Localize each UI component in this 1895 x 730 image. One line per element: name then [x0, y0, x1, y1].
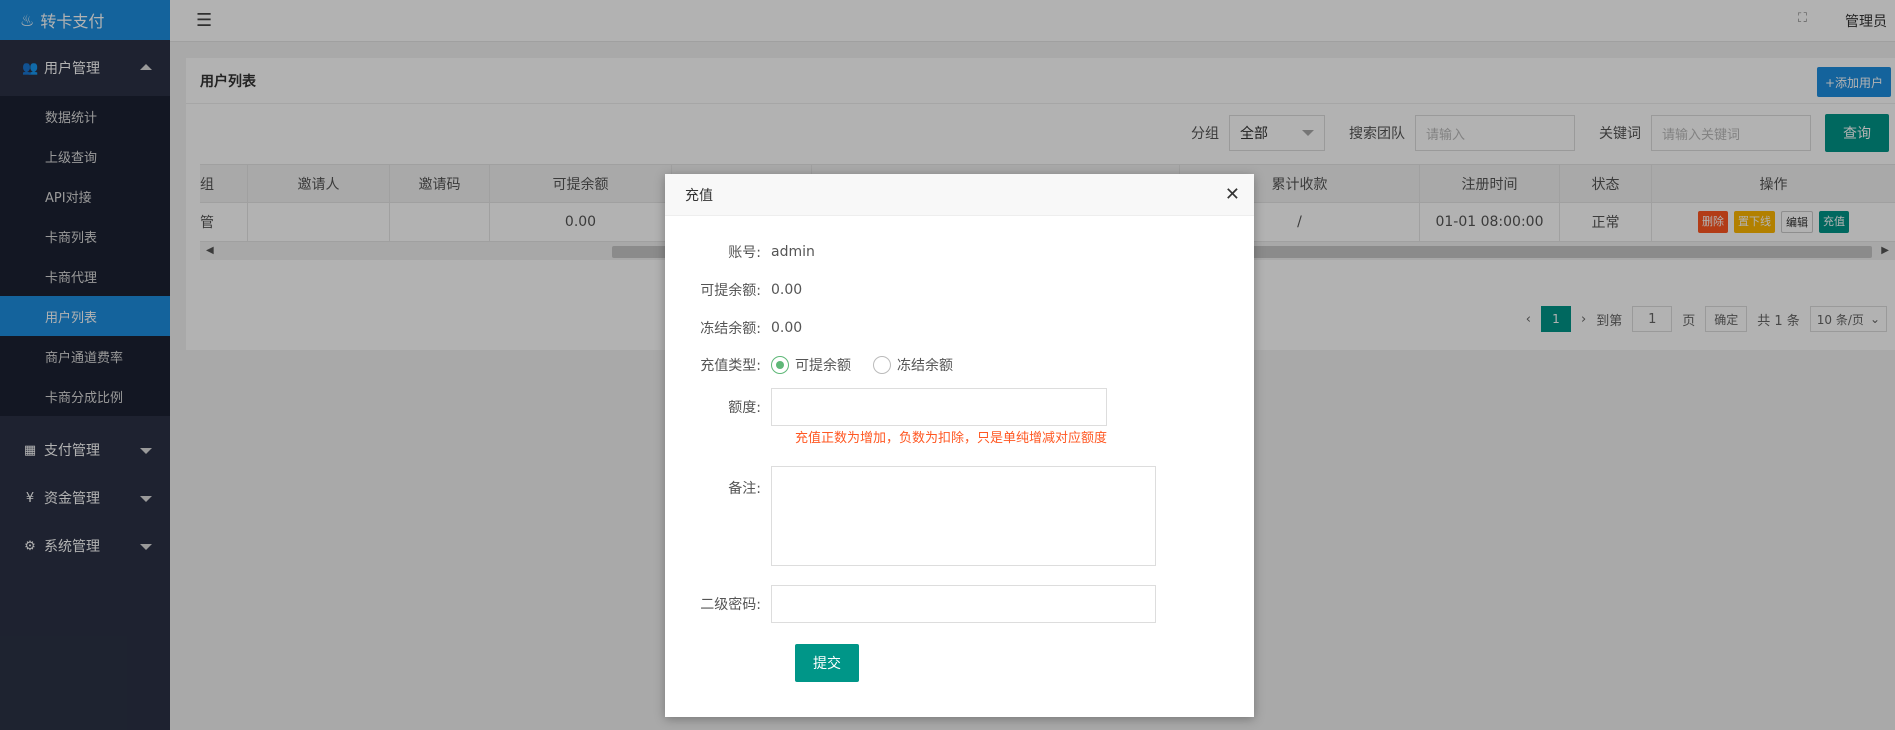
- dialog-header: 充值 ✕: [665, 174, 1254, 216]
- close-icon[interactable]: ✕: [1225, 184, 1240, 205]
- password-row: 二级密码:: [665, 585, 1156, 623]
- amount-label: 额度:: [728, 400, 761, 416]
- recharge-dialog: 充值 ✕ 账号: admin 可提余额: 0.00 冻结余额: 0.00 充值类…: [665, 174, 1254, 717]
- account-label: 账号:: [728, 245, 761, 261]
- recharge-type-row: 充值类型: 可提余额 冻结余额: [665, 355, 975, 375]
- submit-button[interactable]: 提交: [795, 644, 859, 682]
- account-value: admin: [771, 244, 815, 260]
- radio-unchecked-icon: [873, 356, 891, 374]
- radio-checked-icon: [771, 356, 789, 374]
- amount-hint: 充值正数为增加，负数为扣除，只是单纯增减对应额度: [795, 431, 1108, 446]
- dialog-title: 充值: [685, 187, 713, 204]
- remark-textarea[interactable]: [771, 466, 1156, 566]
- radio-label: 冻结余额: [897, 358, 953, 374]
- password-input[interactable]: [771, 585, 1156, 623]
- frozen-balance-value: 0.00: [771, 320, 803, 336]
- radio-avail[interactable]: 可提余额: [771, 355, 851, 375]
- radio-frozen[interactable]: 冻结余额: [873, 355, 953, 375]
- password-label: 二级密码:: [700, 597, 761, 613]
- avail-balance-row: 可提余额: 0.00: [665, 280, 802, 300]
- frozen-balance-label: 冻结余额:: [700, 321, 761, 337]
- amount-row: 额度:: [665, 388, 1107, 426]
- recharge-type-label: 充值类型:: [700, 358, 761, 374]
- remark-label: 备注:: [728, 481, 761, 497]
- remark-row: 备注:: [665, 466, 1156, 566]
- radio-label: 可提余额: [795, 358, 851, 374]
- amount-input[interactable]: [771, 388, 1107, 426]
- account-row: 账号: admin: [665, 242, 815, 262]
- avail-balance-label: 可提余额:: [700, 283, 761, 299]
- frozen-balance-row: 冻结余额: 0.00: [665, 318, 802, 338]
- avail-balance-value: 0.00: [771, 282, 803, 298]
